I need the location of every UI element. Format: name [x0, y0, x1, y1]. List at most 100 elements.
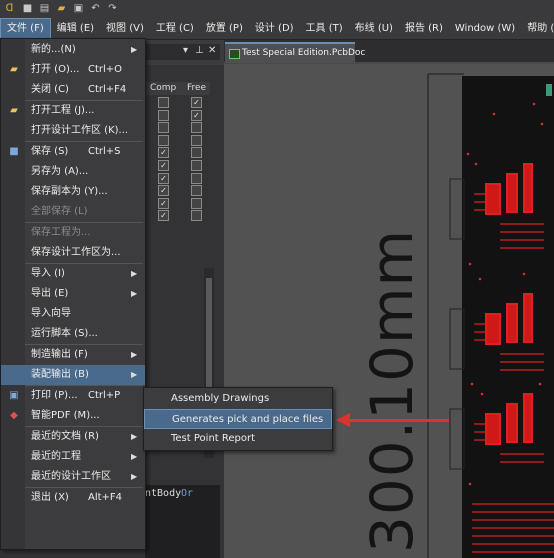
dropdown-icon[interactable]: ▾	[183, 45, 188, 56]
file-menu-item[interactable]: ◆ 智能PDF (M)...	[1, 406, 145, 426]
file-menu-item[interactable]: ▰ 打开工程 (J)...	[1, 101, 145, 121]
redo-icon[interactable]: ↷	[106, 2, 119, 15]
save-icon[interactable]: ■	[21, 2, 34, 15]
print-icon[interactable]: ▣	[72, 2, 85, 15]
panel-header-controls: ▾ ⊥ ✕	[145, 44, 220, 60]
comp-checkbox[interactable]	[158, 135, 169, 146]
submenu-arrow-icon: ▶	[131, 350, 138, 359]
file-menu-item-label: 退出 (X)	[31, 492, 69, 503]
submenu-item-label: Assembly Drawings	[171, 393, 270, 404]
free-checkbox[interactable]	[191, 173, 202, 184]
menu-place[interactable]: 放置 (P)	[200, 18, 249, 39]
menu-view[interactable]: 视图 (V)	[100, 18, 150, 39]
column-header-comp[interactable]: Comp	[150, 83, 176, 93]
table-header: Comp Free	[145, 82, 210, 95]
free-checkbox[interactable]: ✓	[191, 110, 202, 121]
menu-tools[interactable]: 工具 (T)	[300, 18, 349, 39]
open-project-icon: ▰	[10, 105, 18, 116]
file-menu-item[interactable]: 最近的设计工作区 ▶	[1, 467, 145, 487]
submenu-arrow-icon: ▶	[131, 269, 138, 278]
file-menu-item[interactable]: ▣ 打印 (P)... Ctrl+P	[1, 386, 145, 406]
file-menu-item-label: 打印 (P)...	[31, 390, 78, 401]
file-menu-item[interactable]: 导出 (E) ▶	[1, 284, 145, 304]
assembly-output-submenu: Assembly Drawings Generates pick and pla…	[143, 387, 333, 451]
save-icon: ■	[9, 146, 19, 157]
open-folder-icon[interactable]: ▰	[55, 2, 68, 15]
comp-checkbox[interactable]	[158, 122, 169, 133]
menu-separator	[25, 222, 143, 223]
comp-checkbox[interactable]: ✓	[158, 160, 169, 171]
file-menu-item-label: 新的...(N)	[31, 44, 76, 55]
document-tab[interactable]: Test Special Edition.PcbDoc	[225, 42, 365, 63]
file-menu-item-label: 最近的设计工作区	[31, 471, 111, 482]
free-checkbox[interactable]	[191, 210, 202, 221]
menu-project[interactable]: 工程 (C)	[150, 18, 200, 39]
file-menu-item[interactable]: 新的...(N) ▶	[1, 40, 145, 60]
file-menu-item[interactable]: 最近的文档 (R) ▶	[1, 427, 145, 447]
free-checkbox[interactable]	[191, 135, 202, 146]
file-menu-item-shortcut: Ctrl+P	[88, 390, 121, 401]
submenu-item-test-point-report[interactable]: Test Point Report	[144, 429, 332, 449]
dimension-label-text: 300.10mm	[358, 229, 426, 553]
quick-access-toolbar: ᗡ ■ ▤ ▰ ▣ ↶ ↷	[0, 0, 554, 18]
file-menu-item[interactable]: 保存工程为...	[1, 223, 145, 243]
file-menu-item-label: 打开设计工作区 (K)...	[31, 125, 129, 136]
file-menu-item[interactable]: ■ 保存 (S) Ctrl+S	[1, 142, 145, 162]
file-menu-item[interactable]: 另存为 (A)...	[1, 162, 145, 182]
comp-checkbox[interactable]: ✓	[158, 198, 169, 209]
free-checkbox[interactable]	[191, 122, 202, 133]
file-menu-item[interactable]: 导入向导	[1, 304, 145, 324]
close-icon[interactable]: ✕	[208, 45, 216, 56]
file-menu-item-label: 关闭 (C)	[31, 84, 69, 95]
file-menu-item-label: 最近的工程	[31, 451, 81, 462]
comp-checkbox[interactable]: ✓	[158, 185, 169, 196]
submenu-item-generates-pick-and-place[interactable]: Generates pick and place files	[144, 409, 332, 429]
free-checkbox[interactable]	[191, 147, 202, 158]
comp-checkbox[interactable]: ✓	[158, 210, 169, 221]
file-menu-item[interactable]: 装配输出 (B) ▶	[1, 365, 145, 385]
document-tab-label: Test Special Edition.PcbDoc	[242, 48, 366, 58]
comp-checkbox[interactable]	[158, 110, 169, 121]
undo-icon[interactable]: ↶	[89, 2, 102, 15]
comp-checkbox[interactable]: ✓	[158, 147, 169, 158]
code-keyword-token: Or	[181, 488, 194, 499]
print-icon: ▣	[9, 390, 19, 401]
menu-route[interactable]: 布线 (U)	[349, 18, 399, 39]
comp-checkbox[interactable]	[158, 97, 169, 108]
code-panel: ntBody Or	[145, 485, 220, 558]
menu-file[interactable]: 文件 (F)	[0, 18, 51, 39]
submenu-item-label: Generates pick and place files	[172, 414, 324, 425]
free-checkbox[interactable]	[191, 198, 202, 209]
menu-window[interactable]: Window (W)	[449, 18, 521, 39]
column-header-free[interactable]: Free	[187, 83, 206, 93]
menu-reports[interactable]: 报告 (R)	[399, 18, 449, 39]
submenu-arrow-icon: ▶	[131, 45, 138, 54]
comp-checkbox[interactable]: ✓	[158, 173, 169, 184]
file-menu-item[interactable]: 保存副本为 (Y)...	[1, 182, 145, 202]
free-checkbox[interactable]: ✓	[191, 97, 202, 108]
file-menu-item[interactable]: 最近的工程 ▶	[1, 447, 145, 467]
file-menu-item-label: 打开工程 (J)...	[31, 105, 95, 116]
menu-design[interactable]: 设计 (D)	[249, 18, 300, 39]
pin-icon[interactable]: ⊥	[195, 45, 204, 56]
file-menu-item[interactable]: 运行脚本 (S)...	[1, 324, 145, 344]
file-menu-item-label: 导出 (E)	[31, 288, 69, 299]
open-folder-icon: ▰	[10, 64, 18, 75]
file-menu-item[interactable]: 导入 (I) ▶	[1, 264, 145, 284]
save-all-icon[interactable]: ▤	[38, 2, 51, 15]
file-menu-item[interactable]: 全部保存 (L)	[1, 202, 145, 222]
file-menu-item[interactable]: 制造输出 (F) ▶	[1, 345, 145, 365]
free-checkbox[interactable]	[191, 160, 202, 171]
menu-edit[interactable]: 编辑 (E)	[51, 18, 100, 39]
file-menu-item[interactable]: 关闭 (C) Ctrl+F4	[1, 80, 145, 100]
menu-separator	[25, 141, 143, 142]
file-menu-dropdown: 新的...(N) ▶ ▰ 打开 (O)... Ctrl+O 关闭 (C) Ctrl+F4 ▰ 打…	[0, 38, 146, 550]
file-menu-item[interactable]: ▰ 打开 (O)... Ctrl+O	[1, 60, 145, 80]
submenu-arrow-icon: ▶	[131, 472, 138, 481]
free-checkbox[interactable]	[191, 185, 202, 196]
menu-help[interactable]: 帮助 (H)	[521, 18, 554, 39]
file-menu-item[interactable]: 保存设计工作区为...	[1, 243, 145, 263]
file-menu-item[interactable]: 打开设计工作区 (K)...	[1, 121, 145, 141]
file-menu-item[interactable]: 退出 (X) Alt+F4	[1, 488, 145, 508]
submenu-item-assembly-drawings[interactable]: Assembly Drawings	[144, 389, 332, 409]
